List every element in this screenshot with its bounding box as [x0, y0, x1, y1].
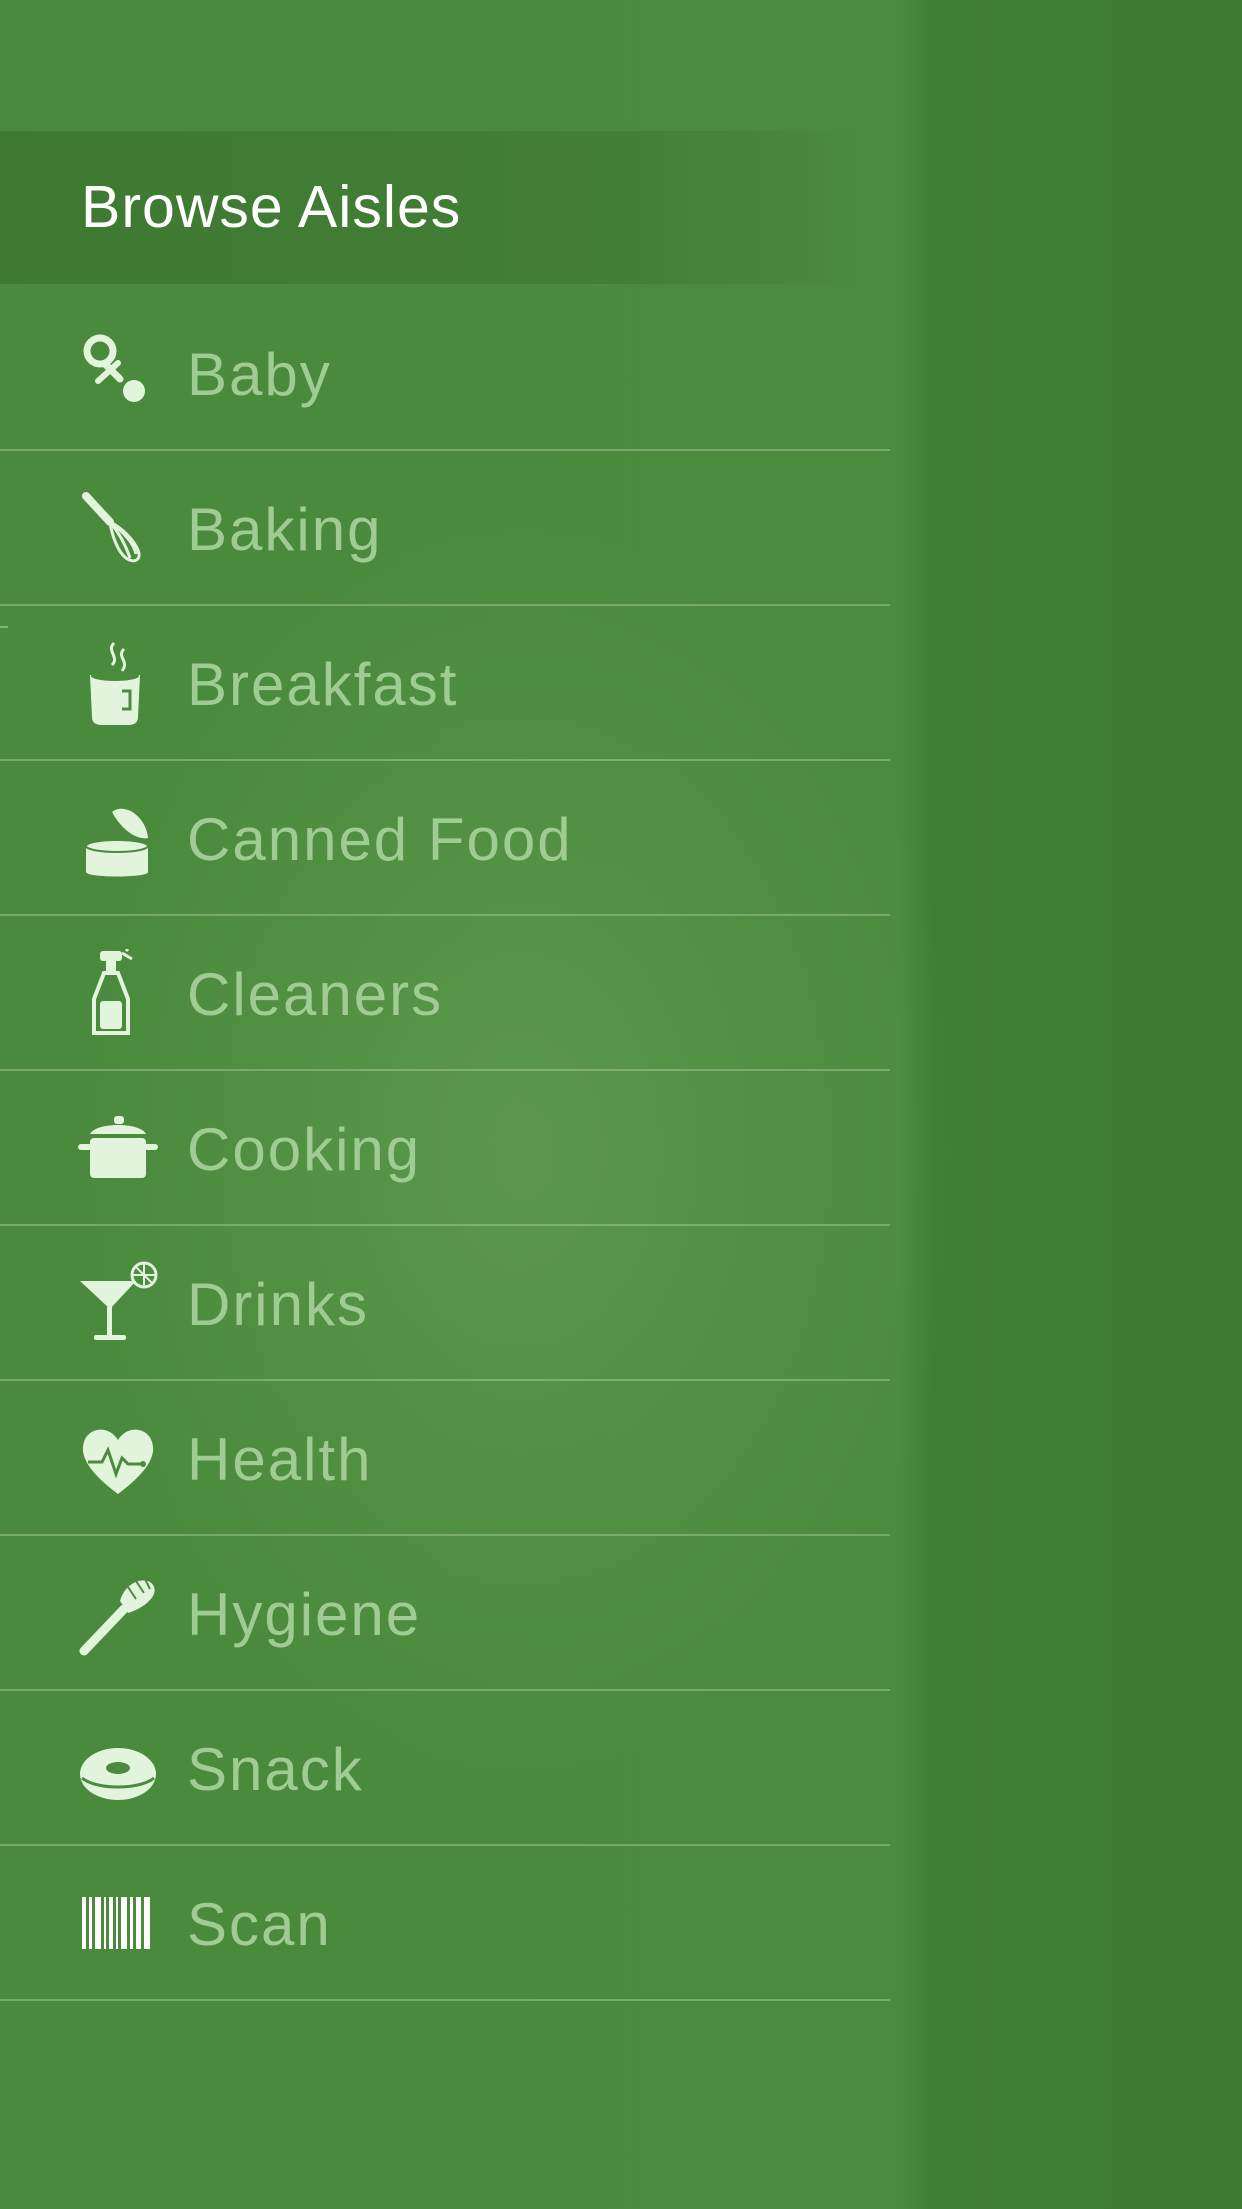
aisle-item-hygiene[interactable]: Hygiene	[0, 1536, 890, 1691]
can-icon	[76, 794, 160, 882]
aisle-label: Canned Food	[187, 806, 573, 873]
aisle-label: Hygiene	[187, 1581, 422, 1648]
aisle-item-baking[interactable]: Baking	[0, 451, 890, 606]
aisle-label: Cooking	[187, 1116, 422, 1183]
aisle-label: Cleaners	[187, 961, 444, 1028]
pacifier-icon	[76, 329, 160, 417]
coffee-cup-icon	[76, 639, 160, 727]
barcode-icon	[76, 1879, 160, 1967]
aisle-label: Health	[187, 1426, 373, 1493]
heart-pulse-icon	[76, 1414, 160, 1502]
aisle-item-drinks[interactable]: Drinks	[0, 1226, 890, 1381]
aisle-label: Baby	[187, 341, 332, 408]
donut-icon	[76, 1724, 160, 1812]
aisle-item-snack[interactable]: Snack	[0, 1691, 890, 1846]
aisle-list: Baby Baking Breakfast Canned Food Cleane…	[0, 296, 890, 2001]
aisle-label: Snack	[187, 1736, 364, 1803]
spray-bottle-icon	[76, 949, 160, 1037]
aisle-item-health[interactable]: Health	[0, 1381, 890, 1536]
page-title: Browse Aisles	[81, 174, 462, 240]
whisk-icon	[76, 484, 160, 572]
aisle-label: Breakfast	[187, 651, 459, 718]
menu-header: Browse Aisles	[0, 131, 860, 284]
aisle-label: Baking	[187, 496, 383, 563]
aisle-item-cooking[interactable]: Cooking	[0, 1071, 890, 1226]
aisle-label: Drinks	[187, 1271, 370, 1338]
aisle-item-canned-food[interactable]: Canned Food	[0, 761, 890, 916]
aisle-item-baby[interactable]: Baby	[0, 296, 890, 451]
pot-icon	[76, 1104, 160, 1192]
toothbrush-icon	[76, 1569, 160, 1657]
aisle-menu-panel: Browse Aisles Baby Baking Breakfast Cann…	[0, 0, 932, 2209]
cocktail-icon	[76, 1259, 160, 1347]
aisle-label: Scan	[187, 1891, 332, 1958]
aisle-item-cleaners[interactable]: Cleaners	[0, 916, 890, 1071]
aisle-item-scan[interactable]: Scan	[0, 1846, 890, 2001]
aisle-item-breakfast[interactable]: Breakfast	[0, 606, 890, 761]
